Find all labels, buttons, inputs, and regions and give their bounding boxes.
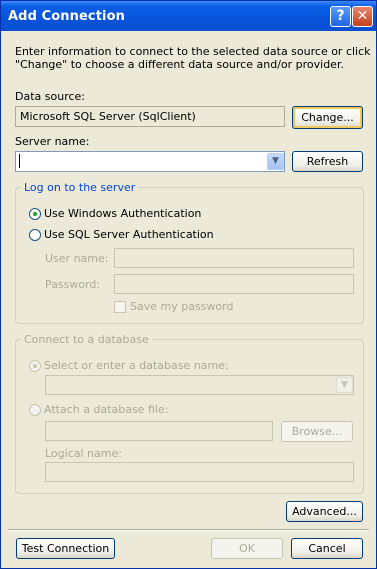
user-name-input[interactable] <box>114 248 354 268</box>
sql-auth-radio[interactable] <box>29 229 41 241</box>
password-label: Password: <box>45 278 101 291</box>
logon-group-title: Log on to the server <box>21 181 139 194</box>
database-name-combobox[interactable]: ▼ <box>45 375 354 395</box>
ok-button[interactable]: OK <box>211 538 283 559</box>
password-input[interactable] <box>114 274 354 294</box>
attach-file-radio[interactable] <box>29 404 41 416</box>
ok-button-label: OK <box>239 542 255 555</box>
close-button[interactable]: ✕ <box>352 6 373 27</box>
logical-name-label: Logical name: <box>45 447 122 460</box>
footer-separator <box>8 529 369 531</box>
help-icon: ? <box>336 8 345 24</box>
user-name-label: User name: <box>45 252 109 265</box>
cancel-button[interactable]: Cancel <box>291 538 363 559</box>
attach-file-input[interactable] <box>45 421 273 441</box>
chevron-down-icon: ▼ <box>341 380 348 390</box>
browse-button-label: Browse... <box>291 425 343 438</box>
data-source-field: Microsoft SQL Server (SqlClient) <box>15 106 285 127</box>
window-title: Add Connection <box>8 9 125 24</box>
server-name-dropdown-button[interactable]: ▼ <box>267 153 284 170</box>
cancel-button-label: Cancel <box>308 542 346 555</box>
data-source-label: Data source: <box>15 90 85 103</box>
advanced-button[interactable]: Advanced... <box>286 501 363 522</box>
add-connection-dialog: Add Connection ? ✕ Enter information to … <box>0 0 377 569</box>
help-button[interactable]: ? <box>330 6 351 27</box>
advanced-button-label: Advanced... <box>292 505 357 518</box>
intro-text-line1: Enter information to connect to the sele… <box>15 45 371 58</box>
save-password-label: Save my password <box>130 300 234 313</box>
test-connection-label: Test Connection <box>21 542 110 555</box>
sql-auth-label[interactable]: Use SQL Server Authentication <box>44 228 214 241</box>
windows-auth-radio[interactable] <box>29 208 41 220</box>
logical-name-input[interactable] <box>45 462 354 482</box>
refresh-button[interactable]: Refresh <box>292 151 363 172</box>
server-name-input[interactable] <box>19 154 20 168</box>
save-password-checkbox[interactable] <box>114 301 126 313</box>
change-button-label: Change... <box>301 111 354 124</box>
test-connection-button[interactable]: Test Connection <box>16 538 115 559</box>
chevron-down-icon: ▼ <box>272 156 279 166</box>
title-bar[interactable]: Add Connection ? ✕ <box>1 1 376 31</box>
refresh-button-label: Refresh <box>306 155 349 168</box>
database-dropdown-button[interactable]: ▼ <box>336 377 353 393</box>
intro-text-line2: "Change" to choose a different data sour… <box>15 58 344 71</box>
change-button[interactable]: Change... <box>292 106 363 129</box>
windows-auth-label[interactable]: Use Windows Authentication <box>44 207 201 220</box>
server-name-label: Server name: <box>15 135 90 148</box>
server-name-combobox[interactable]: ▼ <box>15 151 285 172</box>
close-icon: ✕ <box>356 8 369 24</box>
select-database-label: Select or enter a database name: <box>44 359 229 372</box>
browse-button[interactable]: Browse... <box>281 421 353 442</box>
data-source-value: Microsoft SQL Server (SqlClient) <box>20 110 196 123</box>
attach-file-label: Attach a database file: <box>44 403 169 416</box>
database-group-title: Connect to a database <box>21 333 152 346</box>
select-database-radio[interactable] <box>29 360 41 372</box>
